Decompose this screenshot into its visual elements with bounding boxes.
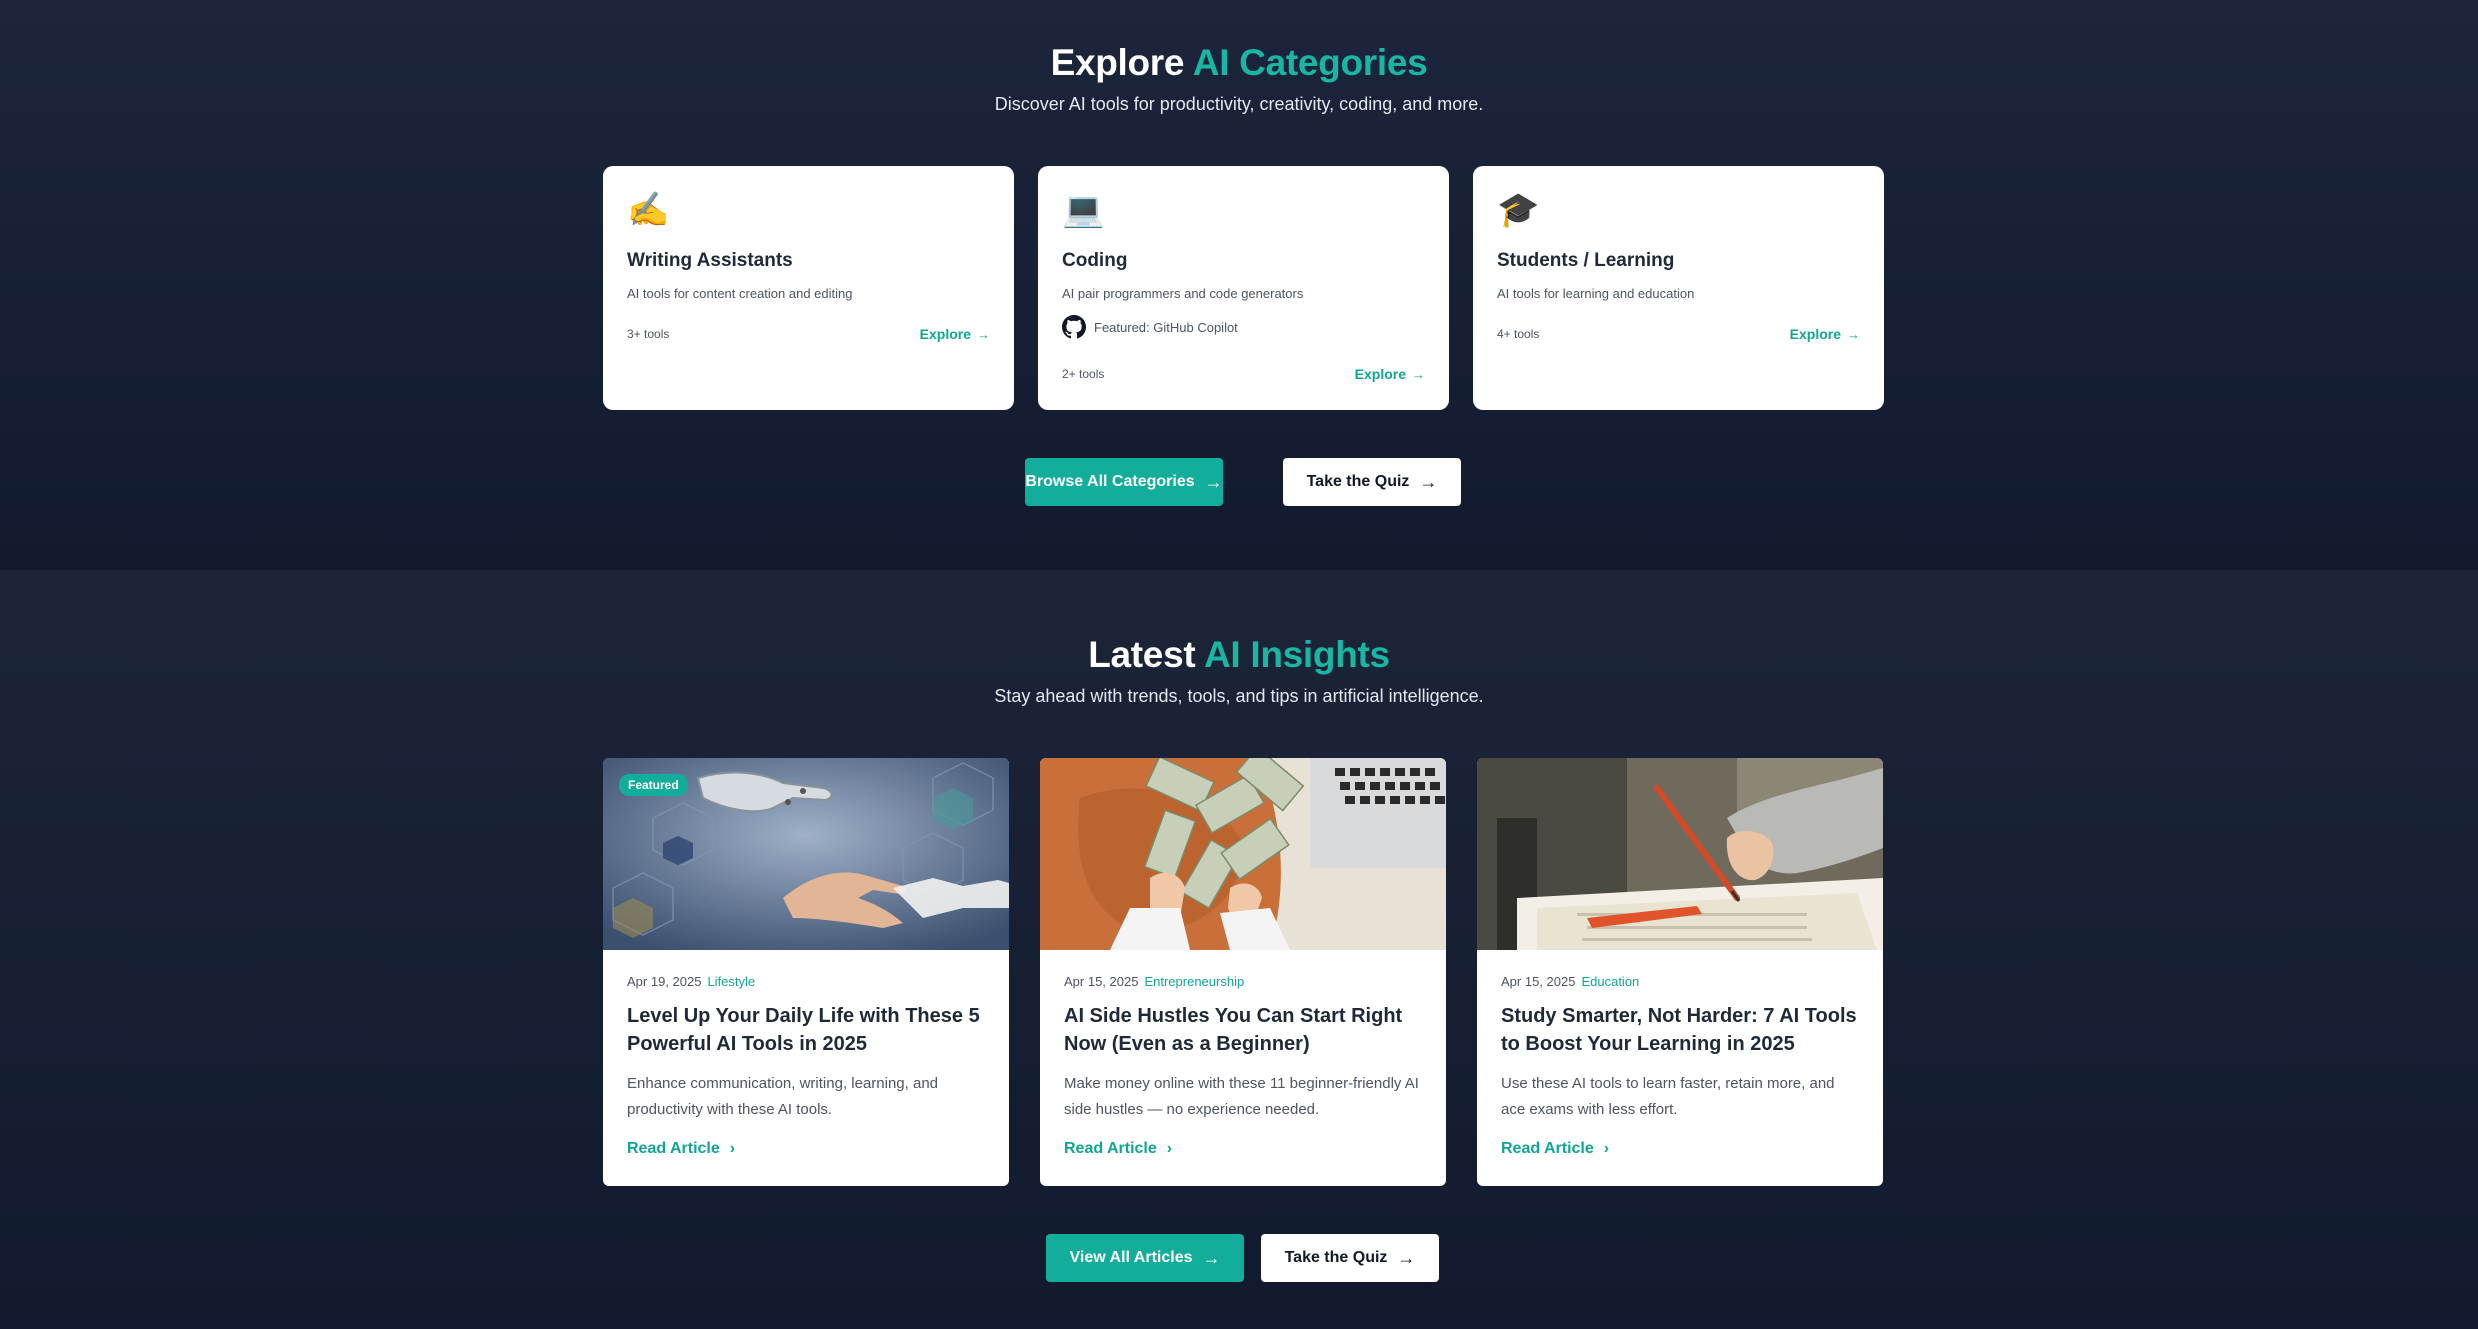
category-title: Writing Assistants [627,250,793,271]
read-article-link[interactable]: Read Article › [1064,1140,1172,1158]
insights-heading: Latest AI Insights [0,634,2478,676]
featured-tool-label: Featured: GitHub Copilot [1094,319,1238,335]
category-description: AI tools for content creation and editin… [627,286,853,301]
category-card-writing[interactable]: ✍️ Writing Assistants AI tools for conte… [603,166,1014,410]
categories-heading: Explore AI Categories [0,42,2478,84]
article-date: Apr 19, 2025 [627,974,702,989]
featured-tool[interactable]: Featured: GitHub Copilot [1062,315,1425,339]
category-card-coding[interactable]: 💻 Coding AI pair programmers and code ge… [1038,166,1449,410]
explore-link[interactable]: Explore → [1790,326,1860,342]
read-article-link[interactable]: Read Article › [1501,1140,1609,1158]
article-card[interactable]: Apr 15, 2025 Education Study Smarter, Not… [1477,758,1883,1186]
arrow-right-icon: → [1419,471,1438,492]
category-tool-count: 4+ tools [1497,327,1540,341]
arrow-right-icon: → [977,326,990,342]
categories-heading-main: Explore [1050,42,1185,83]
arrow-right-icon: → [1847,326,1860,342]
insights-heading-accent: AI Insights [1203,634,1390,675]
insights-heading-main: Latest [1088,634,1196,675]
article-date: Apr 15, 2025 [1501,974,1576,989]
article-meta: Apr 15, 2025 Education [1501,974,1859,989]
arrow-right-icon: → [1204,471,1223,492]
arrow-right-icon: → [1202,1247,1221,1268]
laptop-icon: 💻 [1062,191,1105,229]
browse-categories-button[interactable]: Browse All Categories → [1025,458,1223,506]
chevron-right-icon: › [1603,1140,1610,1157]
take-quiz-button[interactable]: Take the Quiz → [1283,458,1461,506]
chevron-right-icon: › [729,1140,736,1157]
explore-link[interactable]: Explore → [1355,366,1425,382]
writing-hand-icon: ✍️ [627,191,670,229]
article-category[interactable]: Education [1581,974,1639,989]
article-title[interactable]: Study Smarter, Not Harder: 7 AI Tools to… [1501,1002,1859,1058]
article-image-robot-hand[interactable]: Featured [603,758,1009,950]
article-card[interactable]: Featured Apr 19, 2025 Lifestyle Level Up … [603,758,1009,1186]
categories-heading-accent: AI Categories [1192,42,1428,83]
take-quiz-button-insights[interactable]: Take the Quiz → [1261,1234,1439,1282]
article-excerpt: Make money online with these 11 beginner… [1064,1075,1419,1118]
category-description: AI pair programmers and code generators [1062,286,1304,301]
category-title: Coding [1062,250,1128,271]
article-image-studying[interactable] [1477,758,1883,950]
article-meta: Apr 19, 2025 Lifestyle [627,974,985,989]
graduation-cap-icon: 🎓 [1497,191,1540,229]
read-article-link[interactable]: Read Article › [627,1140,735,1158]
article-category[interactable]: Entrepreneurship [1144,974,1244,989]
chevron-right-icon: › [1166,1140,1173,1157]
arrow-right-icon: → [1397,1247,1416,1268]
categories-subtitle: Discover AI tools for productivity, crea… [994,94,1484,114]
featured-badge: Featured [619,774,688,796]
explore-link[interactable]: Explore → [920,326,990,342]
article-image-money[interactable] [1040,758,1446,950]
article-category[interactable]: Lifestyle [707,974,755,989]
article-card[interactable]: Apr 15, 2025 Entrepreneurship AI Side Hus… [1040,758,1446,1186]
arrow-right-icon: → [1412,366,1425,382]
category-tool-count: 3+ tools [627,327,670,341]
article-title[interactable]: Level Up Your Daily Life with These 5 Po… [627,1002,985,1058]
category-card-students[interactable]: 🎓 Students / Learning AI tools for learn… [1473,166,1884,410]
article-title[interactable]: AI Side Hustles You Can Start Right Now … [1064,1002,1422,1058]
article-excerpt: Use these AI tools to learn faster, reta… [1501,1075,1835,1118]
article-meta: Apr 15, 2025 Entrepreneurship [1064,974,1422,989]
category-title: Students / Learning [1497,250,1675,271]
article-date: Apr 15, 2025 [1064,974,1139,989]
article-excerpt: Enhance communication, writing, learning… [627,1075,939,1118]
view-all-articles-button[interactable]: View All Articles → [1046,1234,1244,1282]
category-tool-count: 2+ tools [1062,367,1105,381]
github-icon [1062,315,1086,339]
category-description: AI tools for learning and education [1497,286,1695,301]
insights-subtitle: Stay ahead with trends, tools, and tips … [994,686,1484,706]
